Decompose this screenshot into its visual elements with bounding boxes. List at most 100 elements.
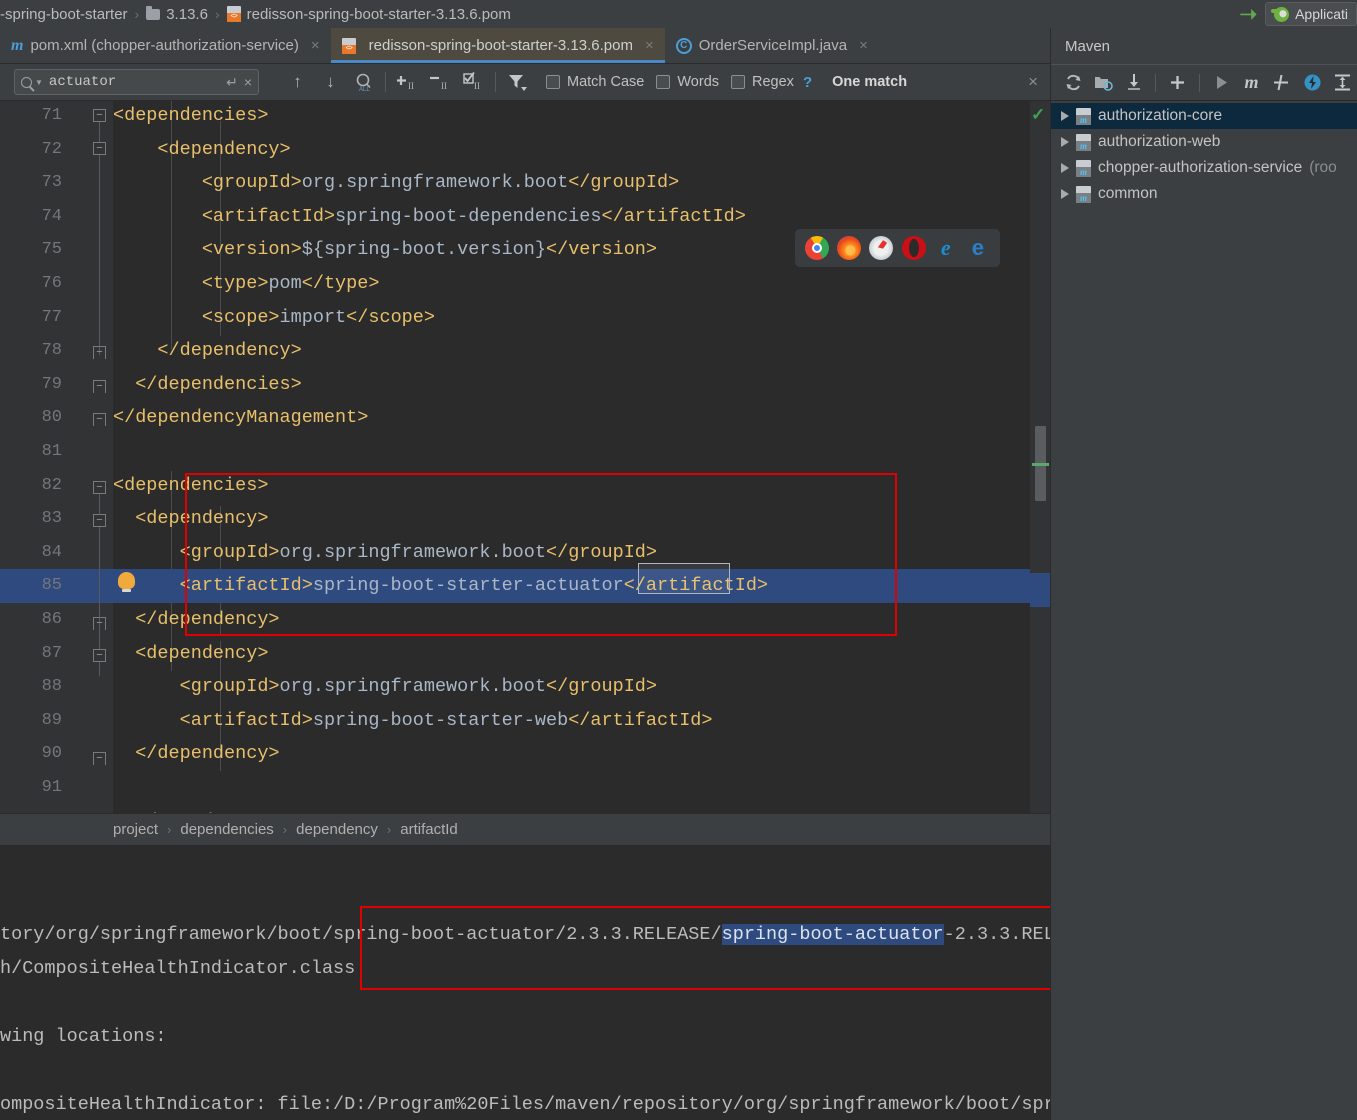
fold-marker[interactable]: − xyxy=(93,514,106,527)
maven-tree-row-common[interactable]: common xyxy=(1051,181,1357,207)
search-input[interactable]: ▼ actuator ↵ × xyxy=(14,69,259,95)
svg-text:ALL: ALL xyxy=(359,87,370,92)
code-line[interactable]: 81 xyxy=(0,435,1050,469)
chrome-icon[interactable] xyxy=(805,236,830,260)
code-line[interactable]: 71 <dependencies> xyxy=(0,101,1050,133)
chevron-right-icon[interactable] xyxy=(1061,163,1069,173)
code-line[interactable]: 90 </dependency> xyxy=(0,737,1050,771)
open-in-browser-popup[interactable]: e e xyxy=(795,229,1000,267)
breadcrumb-project[interactable]: project xyxy=(113,821,158,838)
code-line[interactable]: 91 xyxy=(0,771,1050,805)
close-icon[interactable]: × xyxy=(311,37,320,54)
checkbox-box xyxy=(656,75,671,89)
fold-marker[interactable]: − xyxy=(93,649,106,662)
code-line[interactable]: 88 <groupId>org.springframework.boot</gr… xyxy=(0,670,1050,704)
maven-project-tree[interactable]: authorization-core authorization-web chopp… xyxy=(1051,101,1357,207)
internet-explorer-icon[interactable]: e xyxy=(934,236,958,260)
maven-panel-title: Maven xyxy=(1065,37,1111,55)
fold-marker[interactable]: − xyxy=(93,142,106,155)
run-configuration-selector[interactable]: Applicati xyxy=(1265,2,1357,26)
close-icon[interactable]: × xyxy=(645,37,654,54)
edge-icon[interactable]: e xyxy=(966,236,990,260)
safari-icon[interactable] xyxy=(869,236,894,260)
select-all-occurrences-icon[interactable]: II xyxy=(457,64,490,101)
tab-orderserviceimpl-java[interactable]: C OrderServiceImpl.java × xyxy=(665,28,879,63)
fold-end-marker[interactable]: − xyxy=(93,752,106,765)
code-line[interactable]: 79 </dependencies> xyxy=(0,368,1050,402)
fold-marker[interactable]: − xyxy=(93,481,106,494)
code-line[interactable]: 83 <dependency> xyxy=(0,502,1050,536)
line-number: 83 xyxy=(41,509,62,529)
code-line[interactable]: 77 <scope>import</scope> xyxy=(0,301,1050,335)
code-editor[interactable]: 71 <dependencies> 72 <dependency> 73 <group… xyxy=(0,101,1050,813)
run-icon[interactable] xyxy=(1207,68,1235,97)
reload-icon[interactable] xyxy=(1059,68,1087,97)
chevron-right-icon[interactable] xyxy=(1061,137,1069,147)
filter-icon[interactable] xyxy=(501,64,534,101)
match-case-checkbox[interactable]: Match Case xyxy=(546,74,644,90)
find-next-button[interactable]: ↓ xyxy=(314,64,347,101)
code-line[interactable]: 85 <artifactId>spring-boot-starter-actua… xyxy=(0,569,1050,603)
maven-m-icon[interactable]: m xyxy=(1237,68,1265,97)
find-all-icon[interactable]: ALL xyxy=(347,64,380,101)
remove-selection-icon[interactable]: II xyxy=(424,64,457,101)
breadcrumb-artifactid[interactable]: artifactId xyxy=(400,821,458,838)
expand-icon[interactable] xyxy=(1329,68,1357,97)
fold-end-marker[interactable]: − xyxy=(93,380,106,393)
code-line[interactable]: 89 <artifactId>spring-boot-starter-web</… xyxy=(0,704,1050,738)
download-sources-icon[interactable] xyxy=(1120,68,1148,97)
code-line[interactable]: 87 <dependency> xyxy=(0,637,1050,671)
code-line[interactable]: 73 <groupId>org.springframework.boot</gr… xyxy=(0,166,1050,200)
breadcrumb-item-file[interactable]: redisson-spring-boot-starter-3.13.6.pom xyxy=(247,6,511,23)
words-checkbox[interactable]: Words xyxy=(656,74,719,90)
search-input-value: actuator xyxy=(48,74,117,90)
code-line[interactable]: 80 </dependencyManagement> xyxy=(0,401,1050,435)
code-line[interactable]: 84 <groupId>org.springframework.boot</gr… xyxy=(0,536,1050,570)
code-line[interactable]: 92 <dependency> xyxy=(0,805,1050,813)
execute-goal-icon[interactable] xyxy=(1298,68,1326,97)
maven-tree-row-authorization-core[interactable]: authorization-core xyxy=(1051,103,1357,129)
code-line[interactable]: 72 <dependency> xyxy=(0,133,1050,167)
regex-label: Regex xyxy=(752,74,794,90)
regex-checkbox[interactable]: Regex xyxy=(731,74,794,90)
fold-end-marker[interactable]: − xyxy=(93,346,106,359)
code-line[interactable]: 78 </dependency> xyxy=(0,334,1050,368)
line-number: 77 xyxy=(41,307,62,327)
multiline-toggle-icon[interactable]: ↵ xyxy=(226,74,238,91)
chevron-down-icon[interactable]: ▼ xyxy=(35,78,43,87)
skip-tests-icon[interactable] xyxy=(1268,68,1296,97)
editor-breadcrumb: project › dependencies › dependency › ar… xyxy=(0,813,1050,846)
breadcrumb-dependency[interactable]: dependency xyxy=(296,821,378,838)
breadcrumb-item-module[interactable]: -spring-boot-starter xyxy=(0,6,128,23)
build-hammer-icon[interactable]: ➝ xyxy=(1239,2,1257,27)
close-find-icon[interactable]: × xyxy=(1028,72,1038,92)
fold-end-marker[interactable]: − xyxy=(93,413,106,426)
console-output[interactable]: tory/org/springframework/boot/spring-boo… xyxy=(0,846,1050,1120)
opera-icon[interactable] xyxy=(901,236,926,260)
line-number: 84 xyxy=(41,542,62,562)
clear-search-icon[interactable]: × xyxy=(244,74,252,90)
chevron-right-icon[interactable] xyxy=(1061,111,1069,121)
tab-pom-xml[interactable]: m pom.xml (chopper-authorization-service… xyxy=(0,28,331,63)
code-line[interactable]: 86 </dependency> xyxy=(0,603,1050,637)
intention-bulb-icon[interactable] xyxy=(118,572,135,592)
add-folder-icon[interactable] xyxy=(1089,68,1117,97)
regex-help-icon[interactable]: ? xyxy=(803,74,812,91)
fold-end-marker[interactable]: − xyxy=(93,617,106,630)
code-text: <dependency> xyxy=(113,502,268,536)
add-selection-icon[interactable]: II xyxy=(391,64,424,101)
maven-tree-row-chopper-authorization-service[interactable]: chopper-authorization-service (roo xyxy=(1051,155,1357,181)
maven-tree-row-authorization-web[interactable]: authorization-web xyxy=(1051,129,1357,155)
fold-marker[interactable]: − xyxy=(93,109,106,122)
breadcrumb-item-version[interactable]: 3.13.6 xyxy=(166,6,208,23)
code-line[interactable]: 76 <type>pom</type> xyxy=(0,267,1050,301)
breadcrumb-dependencies[interactable]: dependencies xyxy=(180,821,273,838)
tab-redisson-pom[interactable]: redisson-spring-boot-starter-3.13.6.pom … xyxy=(330,28,665,63)
chevron-right-icon[interactable] xyxy=(1061,189,1069,199)
firefox-icon[interactable] xyxy=(837,236,862,260)
find-previous-button[interactable]: ↑ xyxy=(281,64,314,101)
select-all-glyph: II xyxy=(462,72,480,91)
code-line[interactable]: 82 <dependencies> xyxy=(0,469,1050,503)
close-icon[interactable]: × xyxy=(859,37,868,54)
add-icon[interactable] xyxy=(1163,68,1191,97)
